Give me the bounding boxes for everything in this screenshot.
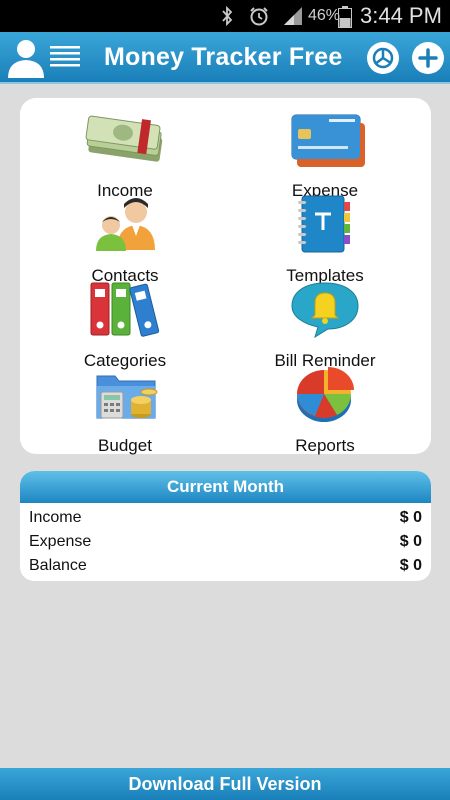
menu-item-income[interactable]: Income xyxy=(25,109,225,200)
menu-item-expense[interactable]: Expense xyxy=(225,109,425,200)
app-title: Money Tracker Free xyxy=(104,43,343,71)
status-bar: 46% 3:44 PM xyxy=(0,0,450,32)
menu-item-bill-reminder[interactable]: Bill Reminder xyxy=(225,279,425,370)
report-button[interactable] xyxy=(367,42,399,74)
bell-icon xyxy=(291,282,359,339)
current-month-panel: Current Month Income $ 0 Expense $ 0 Bal… xyxy=(20,471,431,581)
expense-row: Expense $ 0 xyxy=(29,533,422,555)
menu-item-categories[interactable]: Categories xyxy=(25,279,225,370)
credit-card-icon xyxy=(291,114,365,167)
profile-menu-icon[interactable] xyxy=(6,38,86,80)
menu-item-contacts[interactable]: Contacts xyxy=(25,194,225,285)
battery-icon xyxy=(338,6,352,28)
balance-value: $ 0 xyxy=(399,557,422,574)
notebook-icon xyxy=(298,195,350,253)
folder-calculator-icon xyxy=(96,375,158,419)
menu-grid: Income Expense Contacts Templates Catego… xyxy=(20,98,431,455)
menu-item-templates[interactable]: Templates xyxy=(225,194,425,285)
expense-label: Expense xyxy=(29,533,92,550)
money-stack-icon xyxy=(85,115,163,162)
menu-label-reports: Reports xyxy=(295,436,355,455)
download-full-version-button[interactable]: Download Full Version xyxy=(0,768,450,800)
pie-chart-icon xyxy=(297,367,354,422)
people-icon xyxy=(96,198,155,251)
current-month-title: Current Month xyxy=(20,471,431,503)
balance-label: Balance xyxy=(29,557,87,574)
income-value: $ 0 xyxy=(399,509,422,526)
menu-item-budget[interactable]: Budget xyxy=(25,364,225,455)
clock: 3:44 PM xyxy=(360,3,442,28)
balance-row: Balance $ 0 xyxy=(29,557,422,579)
plus-icon xyxy=(418,48,438,68)
menu-label-budget: Budget xyxy=(98,436,152,455)
alarm-icon xyxy=(250,7,268,26)
binders-icon xyxy=(90,282,160,337)
income-label: Income xyxy=(29,509,82,526)
add-button[interactable] xyxy=(412,42,444,74)
pie-chart-icon xyxy=(372,47,394,69)
menu-item-reports[interactable]: Reports xyxy=(225,364,425,455)
app-header: Money Tracker Free xyxy=(0,32,450,84)
income-row: Income $ 0 xyxy=(29,509,422,531)
expense-value: $ 0 xyxy=(399,533,422,550)
battery-percent: 46% xyxy=(308,7,341,24)
signal-icon xyxy=(284,7,302,25)
bluetooth-icon xyxy=(222,6,233,26)
